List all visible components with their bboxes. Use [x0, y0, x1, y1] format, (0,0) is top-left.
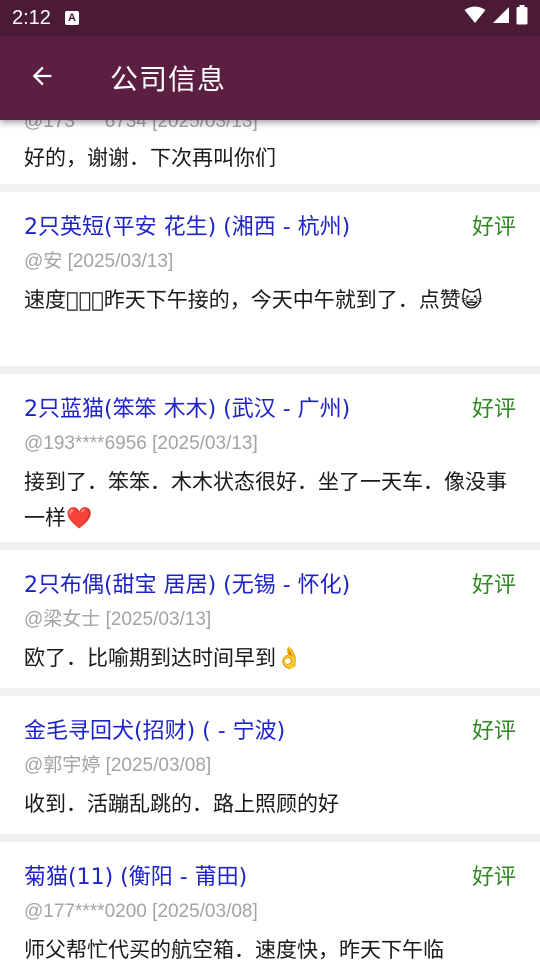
- review-comment: 接到了．笨笨．木木状态很好．坐了一天车．像没事一样❤️: [24, 470, 507, 530]
- page-title: 公司信息: [110, 63, 227, 96]
- review-rating: 好评: [471, 215, 516, 240]
- review-card[interactable]: 菊猫(11) (衡阳 - 莆田) 好评 @177****0200 [2025/0…: [0, 842, 540, 960]
- review-route: 菊猫(11) (衡阳 - 莆田): [24, 865, 248, 890]
- review-comment: 收到．活蹦乱跳的．路上照顾的好: [24, 792, 339, 816]
- review-route: 2只英短(平安 花生) (湘西 - 杭州): [24, 215, 351, 240]
- review-comment: 速度快🏻🏻昨天下午接的，今天中午就到了．点赞😺: [24, 288, 483, 312]
- review-comment: 好的，谢谢．下次再叫你们: [24, 146, 276, 170]
- status-bar: 2:12 A: [0, 0, 540, 36]
- review-meta: @173****6734 [2025/03/13]: [24, 120, 258, 132]
- review-rating: 好评: [471, 865, 516, 890]
- review-route: 2只布偶(甜宝 居居) (无锡 - 怀化): [24, 573, 351, 598]
- review-list[interactable]: @173****6734 [2025/03/13] 好的，谢谢．下次再叫你们 2…: [0, 120, 540, 960]
- app-bar: 公司信息: [0, 36, 540, 120]
- review-card[interactable]: 2只布偶(甜宝 居居) (无锡 - 怀化) 好评 @梁女士 [2025/03/1…: [0, 550, 540, 688]
- review-meta: @安 [2025/03/13]: [24, 251, 174, 272]
- review-rating: 好评: [471, 719, 516, 744]
- review-meta: @177****0200 [2025/03/08]: [24, 901, 258, 922]
- review-rating: 好评: [471, 573, 516, 598]
- review-route: 金毛寻回犬(招财) ( - 宁波): [24, 719, 286, 744]
- status-time: 2:12: [12, 6, 51, 29]
- arrow-left-icon: [28, 62, 56, 94]
- review-meta: @郭宇婷 [2025/03/08]: [24, 755, 212, 776]
- review-card: @173****6734 [2025/03/13] 好的，谢谢．下次再叫你们: [0, 120, 540, 184]
- review-card[interactable]: 2只蓝猫(笨笨 木木) (武汉 - 广州) 好评 @193****6956 [2…: [0, 374, 540, 542]
- wifi-icon: [464, 6, 486, 30]
- review-comment: 欧了．比喻期到达时间早到👌: [24, 646, 303, 670]
- review-meta: @梁女士 [2025/03/13]: [24, 609, 212, 630]
- review-meta: @193****6956 [2025/03/13]: [24, 433, 258, 454]
- signal-icon: [492, 6, 510, 30]
- review-route: 2只蓝猫(笨笨 木木) (武汉 - 广州): [24, 397, 351, 422]
- review-comment: 师父帮忙代买的航空箱．速度快，昨天下午临: [24, 938, 444, 960]
- review-rating: 好评: [471, 397, 516, 422]
- battery-icon: [516, 5, 528, 31]
- review-card[interactable]: 金毛寻回犬(招财) ( - 宁波) 好评 @郭宇婷 [2025/03/08] 收…: [0, 696, 540, 834]
- back-button[interactable]: [0, 36, 84, 120]
- notification-icon: A: [64, 11, 79, 25]
- status-icons: [464, 5, 528, 31]
- review-card[interactable]: 2只英短(平安 花生) (湘西 - 杭州) 好评 @安 [2025/03/13]…: [0, 192, 540, 366]
